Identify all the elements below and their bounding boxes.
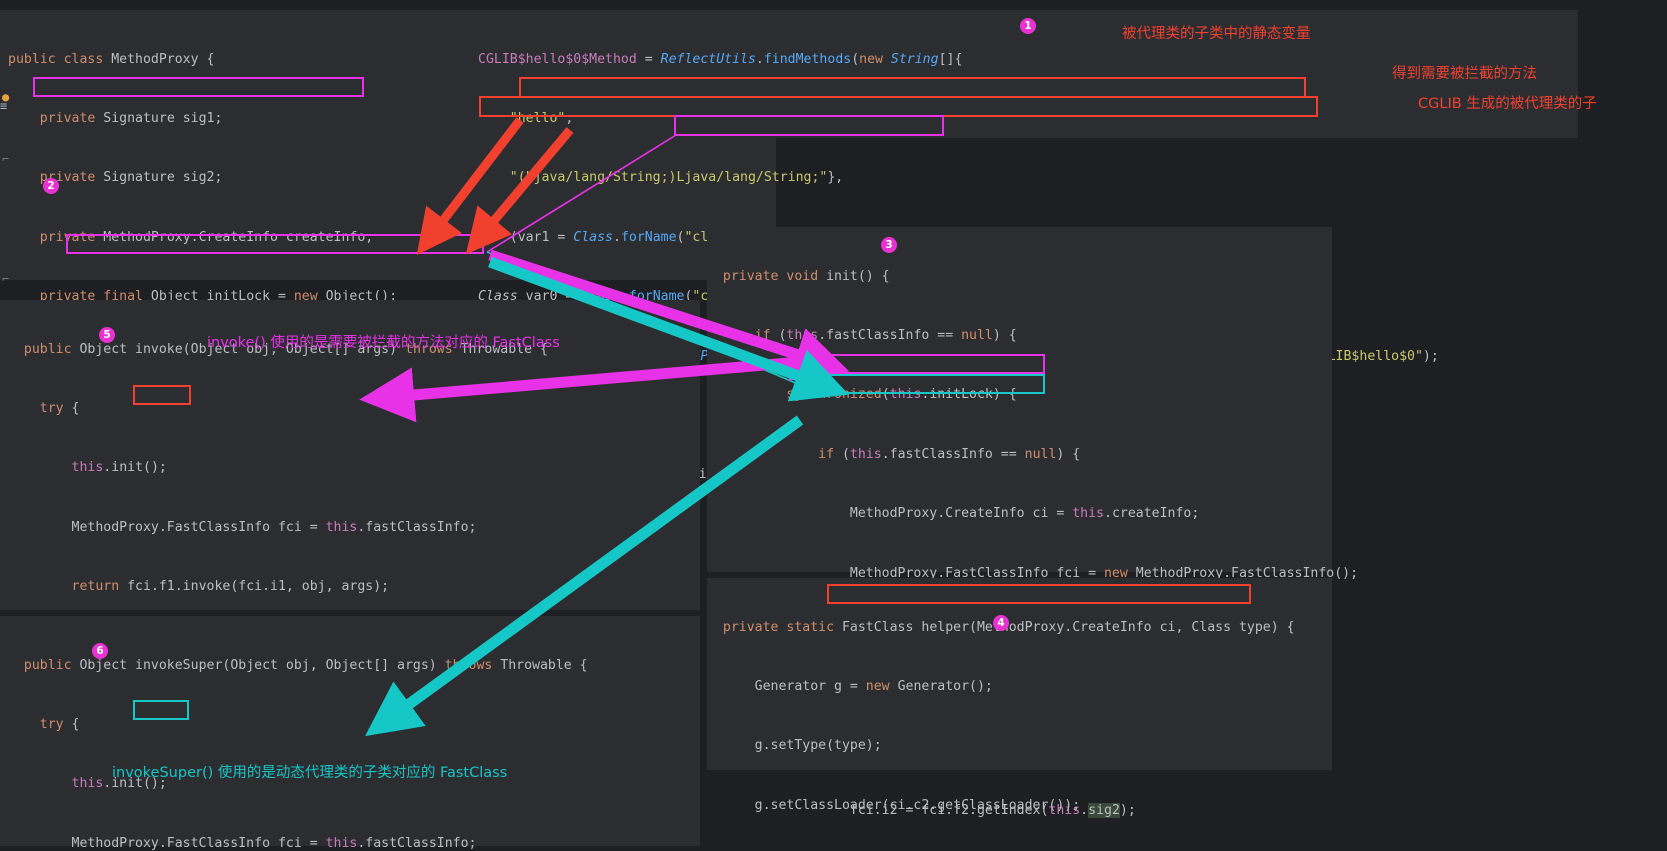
gutter-fold-marker: ⌐: [2, 152, 10, 166]
code-line: return fci.f1.invoke(fci.i1, obj, args);: [71, 579, 390, 595]
gutter-marker: ≡: [0, 99, 8, 113]
code-line: try {: [39, 716, 80, 732]
step-badge-2: 2: [43, 178, 59, 194]
code-line: if (this.fastClassInfo == null) {: [818, 446, 1081, 462]
code-line: if (this.fastClassInfo == null) {: [754, 327, 1017, 343]
code-line: "hello",: [509, 110, 574, 126]
code-line: private static FastClass helper(MethodPr…: [722, 619, 1295, 635]
code-line: MethodProxy.FastClassInfo fci = this.fas…: [8, 835, 477, 851]
code-line: MethodProxy.CreateInfo ci = this.createI…: [707, 506, 1200, 522]
annotation-static-field: 被代理类的子类中的静态变量: [1122, 26, 1311, 42]
code-panel-helper[interactable]: private static FastClass helper(MethodPr…: [707, 578, 1332, 813]
gutter-fold-marker: ⌐: [2, 272, 10, 286]
code-line: MethodProxy.FastClassInfo fci = this.fas…: [8, 519, 477, 535]
screenshot-root: public class MethodProxy { private Signa…: [0, 0, 1667, 851]
code-line: Generator g = new Generator();: [707, 678, 993, 694]
annotation-invoke: invoke() 使用的是需要被拦截的方法对应的 FastClass: [207, 335, 560, 351]
annotation-cglib-subclass: CGLIB 生成的被代理类的子: [1418, 96, 1597, 112]
code-line: public Object invokeSuper(Object obj, Ob…: [23, 657, 588, 673]
code-line: synchronized(this.initLock) {: [786, 387, 1017, 403]
step-badge-3: 3: [881, 237, 897, 253]
step-badge-4: 4: [993, 615, 1009, 631]
code-line: try {: [39, 400, 80, 416]
code-line: this.init();: [71, 460, 167, 476]
code-line: "(Ljava/lang/String;)Ljava/lang/String;"…: [509, 170, 844, 186]
code-panel-init[interactable]: private void init() { if (this.fastClass…: [707, 227, 1358, 819]
code-line: g.setType(type);: [707, 738, 882, 754]
code-line: private void init() {: [722, 268, 890, 284]
step-badge-1: 1: [1020, 18, 1036, 34]
step-badge-6: 6: [92, 643, 108, 659]
annotation-invoke-super: invokeSuper() 使用的是动态代理类的子类对应的 FastClass: [112, 765, 508, 781]
annotation-intercepted-method: 得到需要被拦截的方法: [1392, 66, 1537, 82]
code-line: g.setClassLoader(ci.c2.getClassLoader())…: [707, 797, 1081, 813]
step-badge-5: 5: [99, 327, 115, 343]
